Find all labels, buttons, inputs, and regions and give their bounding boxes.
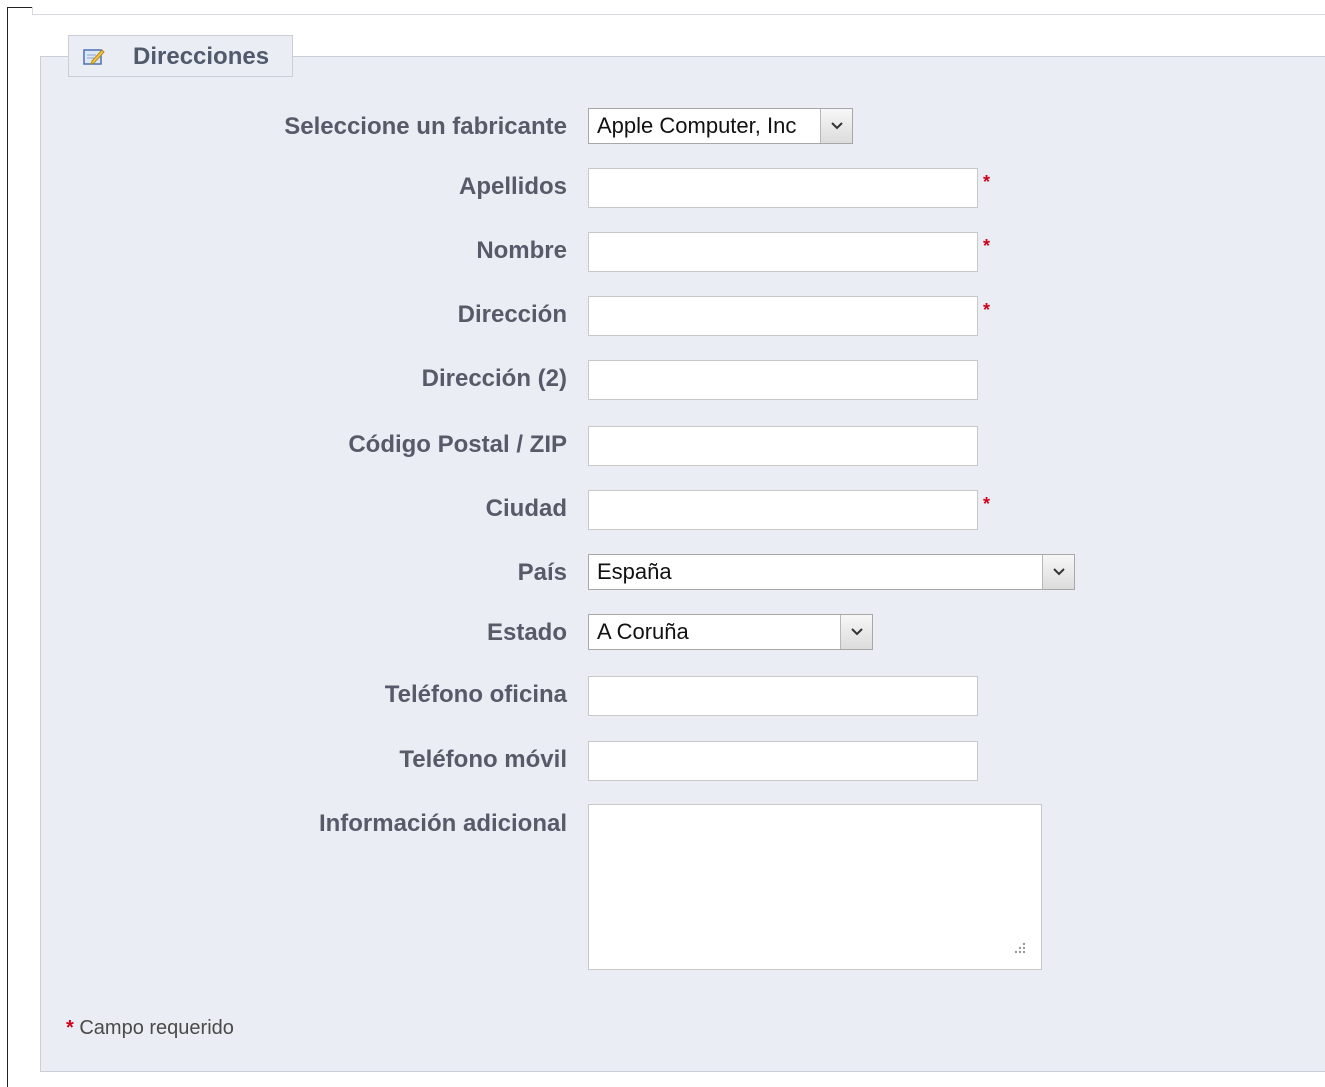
telefono-movil-input[interactable] xyxy=(588,741,978,781)
informacion-adicional-label: Información adicional xyxy=(318,810,567,837)
apellidos-input[interactable] xyxy=(588,168,978,208)
ciudad-required-marker: * xyxy=(983,494,991,514)
chevron-down-icon[interactable] xyxy=(820,109,852,143)
chevron-down-icon[interactable] xyxy=(1042,555,1074,589)
telefono-oficina-input[interactable] xyxy=(588,676,978,716)
pais-label: País xyxy=(517,559,567,586)
nombre-required-marker: * xyxy=(983,236,991,256)
pais-select[interactable]: España xyxy=(588,554,1075,590)
edit-note-icon xyxy=(83,49,105,65)
ciudad-label: Ciudad xyxy=(485,495,567,522)
direccion-input[interactable] xyxy=(588,296,978,336)
fabricante-label: Seleccione un fabricante xyxy=(284,113,567,140)
nombre-input[interactable] xyxy=(588,232,978,272)
estado-select[interactable]: A Coruña xyxy=(588,614,873,650)
fieldset-legend: Direcciones xyxy=(68,35,293,77)
required-note-marker: * xyxy=(66,1017,74,1039)
fabricante-select[interactable]: Apple Computer, Inc xyxy=(588,108,853,144)
apellidos-required-marker: * xyxy=(983,172,991,192)
resize-grip-icon[interactable] xyxy=(1010,940,1026,956)
codigo-postal-input[interactable] xyxy=(588,426,978,466)
estado-label: Estado xyxy=(486,619,567,646)
direccion-required-marker: * xyxy=(983,300,991,320)
nombre-label: Nombre xyxy=(476,237,567,264)
informacion-adicional-textarea[interactable] xyxy=(588,804,1042,970)
direccion2-label: Dirección (2) xyxy=(421,365,567,392)
direccion-label: Dirección xyxy=(457,301,567,328)
telefono-movil-label: Teléfono móvil xyxy=(399,746,567,773)
fabricante-select-value: Apple Computer, Inc xyxy=(597,113,797,138)
telefono-oficina-label: Teléfono oficina xyxy=(384,681,567,708)
required-note-text: Campo requerido xyxy=(79,1017,234,1039)
chevron-down-icon[interactable] xyxy=(840,615,872,649)
direccion2-input[interactable] xyxy=(588,360,978,400)
codigo-postal-label: Código Postal / ZIP xyxy=(348,431,567,458)
previous-section-edge xyxy=(32,7,1325,15)
apellidos-label: Apellidos xyxy=(458,173,567,200)
pais-select-value: España xyxy=(597,559,672,584)
estado-select-value: A Coruña xyxy=(597,619,689,644)
section-title: Direcciones xyxy=(133,43,270,70)
ciudad-input[interactable] xyxy=(588,490,978,530)
required-field-note: * Campo requerido xyxy=(66,1017,234,1040)
